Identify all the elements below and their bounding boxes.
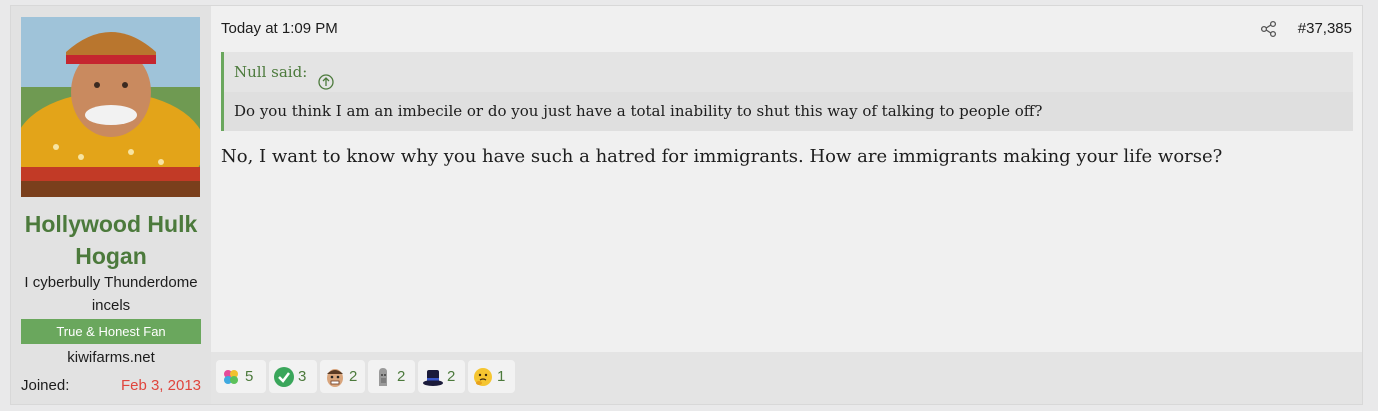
- face-icon: [324, 366, 346, 388]
- post-number[interactable]: #37,385: [1298, 20, 1352, 37]
- thinking-face-icon: [472, 366, 494, 388]
- quote-text: Do you think I am an imbecile or do you …: [224, 92, 1353, 131]
- reaction-thinking[interactable]: 1: [468, 360, 515, 393]
- reaction-count: 2: [397, 368, 406, 385]
- statue-icon: [372, 366, 394, 388]
- user-banner: True & Honest Fan: [21, 319, 201, 344]
- reaction-count: 3: [298, 368, 307, 385]
- arrow-up-circle-icon[interactable]: [318, 65, 334, 90]
- top-hat-icon: [422, 366, 444, 388]
- joined-date: Feb 3, 2013: [120, 377, 201, 394]
- sparkles-icon: [220, 366, 242, 388]
- post-body: No, I want to know why you have such a h…: [221, 146, 1223, 167]
- checkmark-icon: [273, 366, 295, 388]
- reaction-count: 2: [349, 368, 358, 385]
- reaction-count: 1: [497, 368, 506, 385]
- reaction-checkmark[interactable]: 3: [269, 360, 317, 393]
- joined-label: Joined:: [21, 377, 70, 394]
- reactions-bar: 5 3 2 2 2 1: [211, 352, 1362, 404]
- reaction-statue[interactable]: 2: [368, 360, 415, 393]
- reaction-face[interactable]: 2: [320, 360, 365, 393]
- username[interactable]: Hollywood Hulk Hogan: [11, 208, 211, 272]
- reaction-top-hat[interactable]: 2: [418, 360, 465, 393]
- reaction-count: 2: [447, 368, 456, 385]
- reaction-count: 5: [245, 368, 254, 385]
- user-title: I cyberbully Thunderdome incels: [24, 274, 198, 314]
- quote-header[interactable]: Null said:: [224, 52, 1353, 92]
- post-date[interactable]: Today at 1:09 PM: [221, 20, 338, 37]
- avatar[interactable]: [21, 17, 200, 197]
- user-site: kiwifarms.net: [67, 349, 155, 366]
- reaction-sparkles[interactable]: 5: [216, 360, 266, 393]
- quote-block: Null said: Do you think I am an imbecile…: [221, 52, 1353, 131]
- quote-author[interactable]: Null said:: [234, 63, 307, 81]
- post-card: Hollywood Hulk Hogan I cyberbully Thunde…: [10, 5, 1363, 405]
- user-sidebar: Hollywood Hulk Hogan I cyberbully Thunde…: [11, 6, 211, 404]
- share-icon[interactable]: [1260, 20, 1278, 38]
- post-main: Today at 1:09 PM #37,385 Null said: Do y…: [211, 6, 1362, 404]
